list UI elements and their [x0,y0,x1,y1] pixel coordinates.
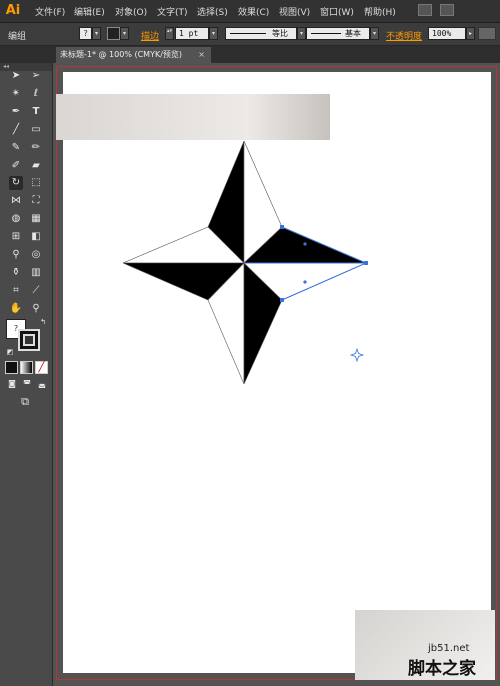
center-point [303,280,307,284]
column-graph-tool-icon[interactable]: ▥ [29,266,43,280]
rotate-origin-icon[interactable] [349,347,365,363]
toolbox: ◂◂ ➤ ➢ ✴ ℓ ✒ T ╱ ▭ ✎ ✏ ✐ ▰ ↻ ⬚ ⋈ ⛶ ◍ ▦ ⊞… [0,63,53,686]
symbol-sprayer-tool-icon[interactable]: ⚱ [9,266,23,280]
pencil-tool-icon[interactable]: ✏ [29,141,43,155]
draw-inside-icon[interactable]: ◛ [35,377,49,391]
artwork-layer [122,140,368,385]
free-transform-tool-icon[interactable]: ⛶ [29,194,43,208]
blend-tool-icon[interactable]: ◎ [29,248,43,262]
draw-behind-icon[interactable]: ◚ [20,377,34,391]
blob-brush-tool-icon[interactable]: ✐ [9,159,23,173]
draw-normal-icon[interactable]: ◙ [5,377,19,391]
type-tool-icon[interactable]: T [29,105,43,119]
zoom-tool-icon[interactable]: ⚲ [29,302,43,316]
artboard-tool-icon[interactable]: ⌗ [9,284,23,298]
rectangle-tool-icon[interactable]: ▭ [29,123,43,137]
slice-tool-icon[interactable]: ⟋ [29,284,43,298]
gradient-mode-icon[interactable] [20,361,33,374]
line-tool-icon[interactable]: ╱ [9,123,23,137]
default-colors-icon[interactable]: ◩ [3,345,17,359]
anchor-point[interactable] [280,298,284,302]
swap-colors-icon[interactable]: ↰ [36,315,50,329]
width-tool-icon[interactable]: ⋈ [9,194,23,208]
scale-tool-icon[interactable]: ⬚ [29,176,43,190]
stroke-color-swatch[interactable] [18,329,40,351]
perspective-grid-tool-icon[interactable]: ▦ [29,212,43,226]
pen-tool-icon[interactable]: ✒ [9,105,23,119]
direct-selection-tool-icon[interactable]: ➢ [29,69,43,83]
anchor-point[interactable] [280,225,284,229]
lasso-tool-icon[interactable]: ℓ [29,87,43,101]
eraser-tool-icon[interactable]: ▰ [29,159,43,173]
color-mode-icon[interactable] [5,361,18,374]
screen-mode-icon[interactable]: ⧉ [18,395,32,409]
gradient-tool-icon[interactable]: ◧ [29,230,43,244]
none-mode-icon[interactable]: ╱ [35,361,48,374]
toolbox-collapse[interactable]: ◂◂ [0,63,52,71]
magic-wand-tool-icon[interactable]: ✴ [9,87,23,101]
watermark-name: 脚本之家 [408,659,476,679]
shape-builder-tool-icon[interactable]: ◍ [9,212,23,226]
mesh-tool-icon[interactable]: ⊞ [9,230,23,244]
selection-tool-icon[interactable]: ➤ [9,69,23,83]
center-point [303,242,307,246]
paintbrush-tool-icon[interactable]: ✎ [9,141,23,155]
eyedropper-tool-icon[interactable]: ⚲ [9,248,23,262]
hand-tool-icon[interactable]: ✋ [9,302,23,316]
rotate-tool-icon[interactable]: ↻ [9,176,23,190]
watermark-site: jb51.net [428,643,470,654]
anchor-point[interactable] [364,261,368,265]
